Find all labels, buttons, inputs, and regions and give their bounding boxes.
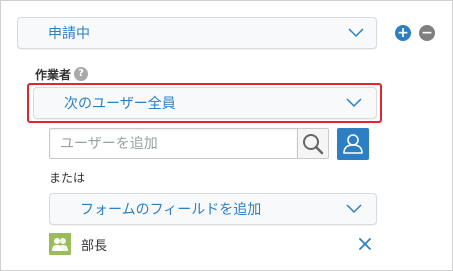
minus-circle-icon[interactable]: − bbox=[419, 25, 435, 41]
assignee-type-select[interactable]: 次のユーザー全員 bbox=[33, 87, 377, 119]
plus-circle-icon[interactable]: + bbox=[395, 25, 411, 41]
remove-x-icon[interactable] bbox=[356, 235, 374, 253]
status-select-value: 申請中 bbox=[48, 26, 90, 42]
form-field-select[interactable]: フォームのフィールドを追加 bbox=[49, 193, 377, 225]
chevron-down-icon bbox=[346, 98, 362, 108]
form-field-select-value: フォームのフィールドを追加 bbox=[80, 202, 262, 218]
chevron-down-icon bbox=[348, 28, 364, 38]
process-setting-panel: 申請中 + − 作業者 ? 次のユーザー全員 または フォームのフィールドを追加 bbox=[0, 0, 453, 271]
assigned-entry-name: 部長 bbox=[81, 239, 108, 254]
assignee-heading: 作業者 bbox=[35, 68, 72, 82]
user-icon bbox=[343, 134, 363, 154]
search-button[interactable] bbox=[297, 128, 329, 159]
help-icon[interactable]: ? bbox=[74, 67, 88, 81]
user-picker-button[interactable] bbox=[337, 128, 369, 160]
status-select[interactable]: 申請中 bbox=[17, 17, 377, 49]
or-label: または bbox=[49, 171, 86, 185]
org-group-icon bbox=[49, 233, 71, 255]
user-search-input[interactable] bbox=[49, 128, 298, 159]
assignee-type-value: 次のユーザー全員 bbox=[64, 96, 176, 112]
chevron-down-icon bbox=[346, 204, 362, 214]
search-icon bbox=[303, 134, 324, 155]
